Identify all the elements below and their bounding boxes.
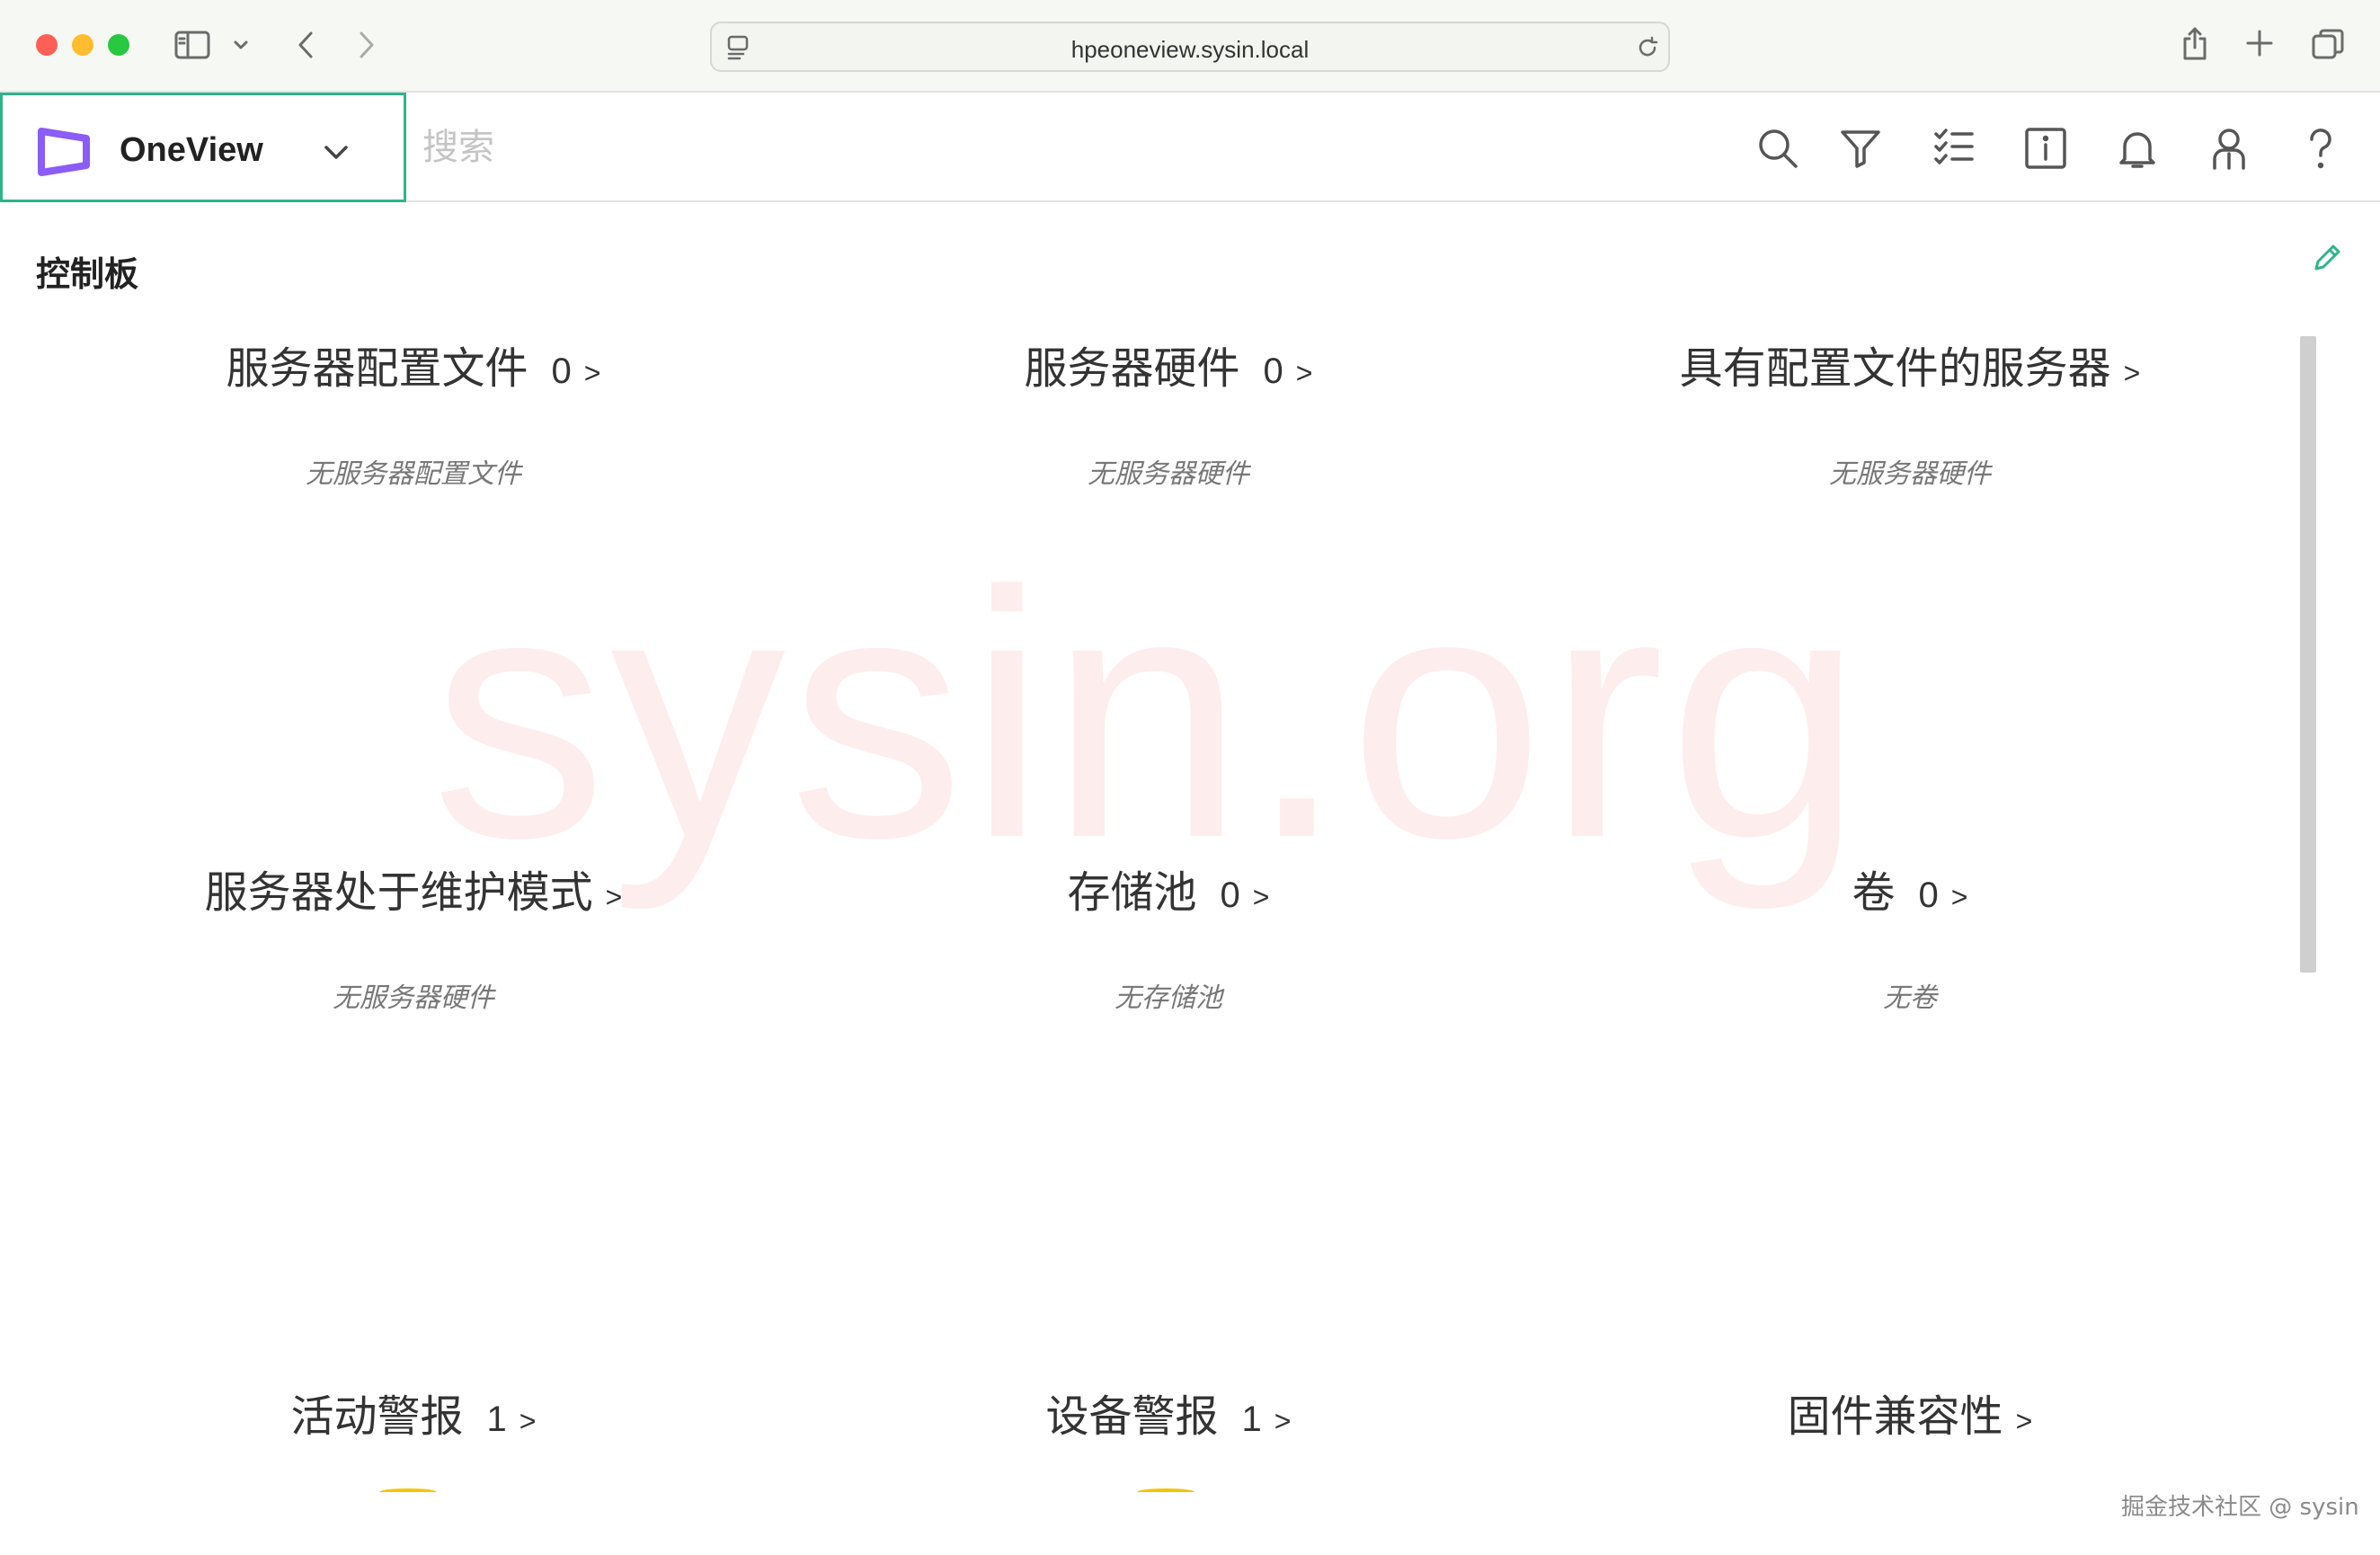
panel-title-link[interactable]: 存储池 0 > xyxy=(1068,857,1270,920)
user-icon[interactable] xyxy=(2206,125,2252,172)
reload-icon[interactable] xyxy=(1634,34,1661,61)
panel-title-link[interactable]: 服务器硬件 0 > xyxy=(1025,333,1313,395)
panel-name: 活动警报 xyxy=(290,1391,464,1442)
panel-title-link[interactable]: 活动警报 1 > xyxy=(291,1381,537,1444)
notification-bell-icon[interactable] xyxy=(2114,125,2161,172)
panel-firmware-compatibility: 固件兼容性 > xyxy=(1532,1381,2287,1444)
url-text: hpeoneview.sysin.local xyxy=(1070,36,1310,63)
panel-name: 设备警报 xyxy=(1045,1391,1219,1442)
chevron-right-icon: > xyxy=(2123,357,2141,389)
scrollbar[interactable] xyxy=(2300,336,2316,973)
panel-title-link[interactable]: 设备警报 1 > xyxy=(1046,1381,1292,1444)
panel-empty-message: 无服务器硬件 xyxy=(1829,458,1991,490)
tab-overview-icon[interactable] xyxy=(2310,27,2346,61)
panel-servers-with-profiles: 具有配置文件的服务器 > 无服务器硬件 xyxy=(1532,333,2287,491)
app-name: OneView xyxy=(120,131,263,169)
back-icon[interactable] xyxy=(289,27,322,63)
chevron-down-icon xyxy=(323,144,350,165)
alert-donut-chart xyxy=(379,1488,437,1496)
chevron-right-icon: > xyxy=(2015,1405,2033,1437)
panel-active-alerts: 活动警报 1 > xyxy=(36,1381,791,1444)
panel-count: 1 xyxy=(1241,1400,1262,1439)
panel-servers-maintenance: 服务器处于维护模式 > 无服务器硬件 xyxy=(36,857,791,1015)
chevron-right-icon: > xyxy=(1295,357,1313,389)
filter-icon[interactable] xyxy=(1837,125,1884,172)
app-header: OneView xyxy=(0,93,2380,202)
panel-empty-message: 无存储池 xyxy=(1115,982,1222,1014)
panel-title-link[interactable]: 服务器处于维护模式 > xyxy=(205,857,623,920)
panel-title-link[interactable]: 服务器配置文件 0 > xyxy=(226,333,601,395)
panel-empty-message: 无服务器硬件 xyxy=(333,982,494,1014)
chevron-right-icon: > xyxy=(1274,1405,1292,1437)
page-title: 控制板 xyxy=(36,254,139,294)
panel-name: 服务器硬件 xyxy=(1024,343,1240,394)
search-input[interactable] xyxy=(422,121,1141,173)
oneview-logo-icon xyxy=(37,128,91,180)
edit-pencil-icon[interactable] xyxy=(2312,243,2344,275)
search-icon[interactable] xyxy=(1754,125,1801,172)
panel-title-link[interactable]: 具有配置文件的服务器 > xyxy=(1680,333,2141,395)
chevron-right-icon: > xyxy=(583,357,601,389)
chevron-right-icon: > xyxy=(1252,881,1270,913)
panel-name: 固件兼容性 xyxy=(1787,1391,2003,1442)
address-bar[interactable]: hpeoneview.sysin.local xyxy=(710,22,1670,72)
chevron-right-icon: > xyxy=(1950,881,1968,913)
watermark: sysin.org xyxy=(431,519,1867,911)
panel-name: 卷 xyxy=(1852,867,1896,918)
chevron-down-icon[interactable] xyxy=(230,34,252,56)
activity-list-icon[interactable] xyxy=(1931,125,1977,172)
panel-empty-message: 无服务器配置文件 xyxy=(306,458,521,490)
forward-icon[interactable] xyxy=(351,27,383,63)
panel-count: 0 xyxy=(1263,351,1283,391)
panel-server-hardware: 服务器硬件 0 > 无服务器硬件 xyxy=(791,333,1546,491)
info-icon[interactable] xyxy=(2022,125,2069,172)
panel-name: 服务器处于维护模式 xyxy=(204,867,593,918)
panel-count: 0 xyxy=(1918,875,1939,915)
help-icon[interactable] xyxy=(2297,125,2344,172)
new-tab-icon[interactable] xyxy=(2243,27,2276,59)
panel-storage-pools: 存储池 0 > 无存储池 xyxy=(791,857,1546,1015)
panel-count: 1 xyxy=(486,1400,507,1439)
panel-title-link[interactable]: 卷 0 > xyxy=(1852,857,1968,920)
sidebar-toggle-icon[interactable] xyxy=(173,29,212,61)
zoom-window-button[interactable] xyxy=(108,34,129,56)
panel-volumes: 卷 0 > 无卷 xyxy=(1532,857,2287,1015)
alert-donut-chart xyxy=(1137,1488,1194,1496)
panel-empty-message: 无服务器硬件 xyxy=(1088,458,1249,490)
panel-count: 0 xyxy=(551,351,572,391)
panel-name: 服务器配置文件 xyxy=(226,343,528,394)
panel-empty-message: 无卷 xyxy=(1883,982,1937,1014)
panel-count: 0 xyxy=(1220,875,1240,915)
credit-watermark: 掘金技术社区 @ sysin xyxy=(2121,1494,2359,1521)
panel-name: 存储池 xyxy=(1067,867,1197,918)
panel-title-link[interactable]: 固件兼容性 > xyxy=(1788,1381,2033,1444)
chevron-right-icon: > xyxy=(519,1405,537,1437)
chevron-right-icon: > xyxy=(605,881,623,913)
browser-toolbar: hpeoneview.sysin.local xyxy=(0,0,2380,93)
panel-device-alerts: 设备警报 1 > xyxy=(791,1381,1546,1444)
panel-server-profiles: 服务器配置文件 0 > 无服务器配置文件 xyxy=(36,333,791,491)
panel-name: 具有配置文件的服务器 xyxy=(1679,343,2111,394)
share-icon[interactable] xyxy=(2179,25,2211,63)
minimize-window-button[interactable] xyxy=(72,34,93,56)
close-window-button[interactable] xyxy=(36,34,58,56)
app-switcher[interactable]: OneView xyxy=(0,93,406,202)
